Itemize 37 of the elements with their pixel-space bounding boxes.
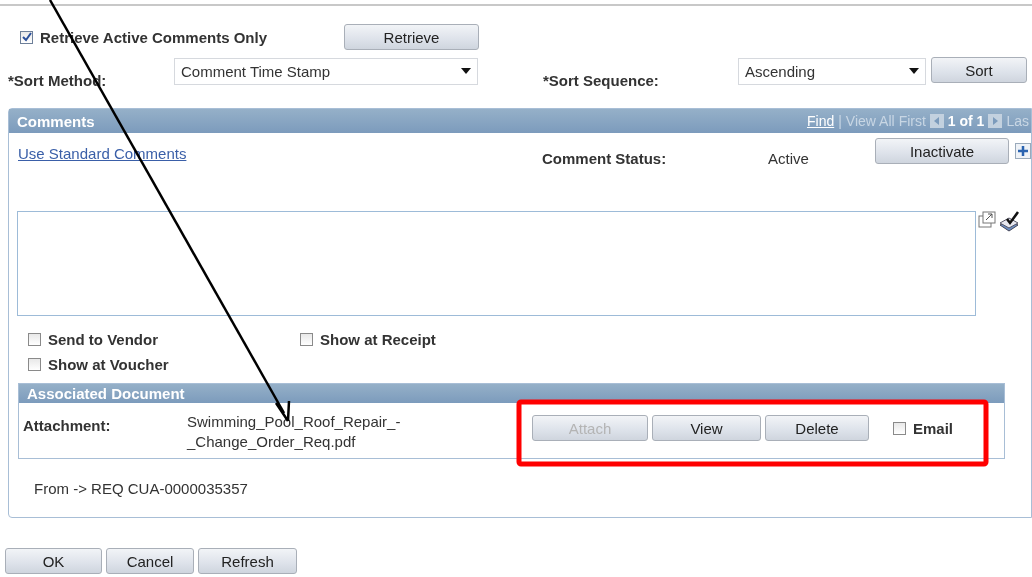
- checkbox-label: Send to Vendor: [48, 331, 158, 348]
- page-count: 1 of 1: [947, 113, 985, 129]
- field-label: Comment Status:: [542, 150, 668, 167]
- inactivate-button[interactable]: Inactivate: [875, 138, 1009, 164]
- dialog-button[interactable]: OK: [5, 548, 102, 574]
- checkbox[interactable]: [893, 422, 906, 435]
- checkbox[interactable]: [300, 333, 313, 346]
- checkbox[interactable]: [28, 358, 41, 371]
- field-label: Attachment:: [23, 417, 112, 434]
- dropdown-caret-icon: [461, 68, 471, 74]
- document-button[interactable]: Delete: [765, 415, 869, 441]
- source-reference: From -> REQ CUA-0000035357: [34, 480, 249, 497]
- checkbox[interactable]: [28, 333, 41, 346]
- dialog-button[interactable]: Cancel: [106, 548, 194, 574]
- file-name: Swimming_Pool_Roof_Repair_- _Change_Order_Req.pdf: [187, 412, 402, 452]
- status-value: Active: [768, 150, 810, 167]
- comment-text-area[interactable]: [17, 211, 976, 316]
- checkbox-label: Email: [913, 420, 954, 437]
- next-icon[interactable]: [988, 114, 1003, 128]
- checkbox-label: Show at Receipt: [320, 331, 436, 348]
- document-button[interactable]: View: [652, 415, 761, 441]
- checkmark-icon: [21, 32, 32, 42]
- sort-method-dropdown[interactable]: Comment Time Stamp: [174, 57, 478, 85]
- panel-title: Associated Document: [27, 385, 185, 402]
- retrieve-button[interactable]: Retrieve: [344, 24, 479, 50]
- sort-sequence-dropdown[interactable]: Ascending: [738, 57, 926, 85]
- checkbox[interactable]: [20, 30, 33, 44]
- sort-button[interactable]: Sort: [931, 57, 1027, 83]
- spell-check-icon[interactable]: [998, 211, 1020, 233]
- dropdown-caret-icon: [909, 68, 919, 74]
- previous-icon[interactable]: [929, 114, 944, 128]
- field-label: *Sort Sequence:: [543, 71, 660, 89]
- panel-title: Comments: [17, 112, 95, 130]
- add-icon[interactable]: [1015, 143, 1031, 159]
- checkbox-label: Show at Voucher: [48, 356, 169, 373]
- separator: |: [838, 113, 842, 129]
- dialog-button[interactable]: Refresh: [198, 548, 297, 574]
